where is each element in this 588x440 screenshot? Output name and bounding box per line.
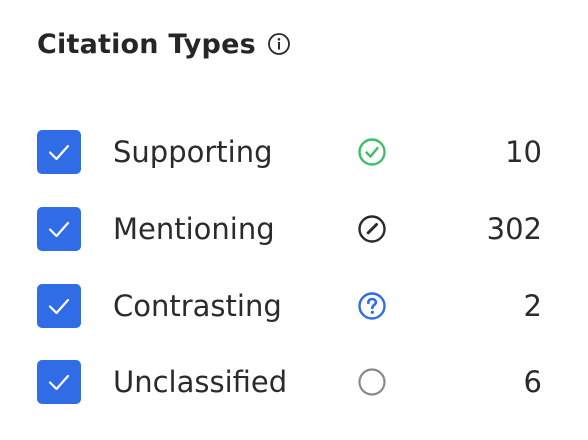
panel-title: Citation Types	[37, 28, 256, 60]
citation-types-panel: Citation Types Supporting 10 Mentioning …	[0, 0, 588, 440]
mentioning-checkbox[interactable]	[37, 207, 81, 251]
citation-count: 10	[505, 135, 542, 169]
info-icon[interactable]	[266, 31, 292, 57]
citation-type-row-contrasting: Contrasting 2	[37, 280, 542, 332]
citation-type-label: Mentioning	[113, 212, 275, 246]
check-circle-icon	[355, 135, 389, 169]
checkmark-icon	[48, 374, 70, 391]
citation-type-label: Supporting	[113, 135, 273, 169]
citation-count: 6	[523, 365, 542, 399]
citation-type-label: Contrasting	[113, 289, 282, 323]
citation-count: 2	[523, 289, 542, 323]
citation-type-label: Unclassified	[113, 365, 288, 399]
citation-type-row-supporting: Supporting 10	[37, 126, 542, 178]
checkmark-icon	[48, 221, 70, 238]
unclassified-checkbox[interactable]	[37, 360, 81, 404]
citation-type-row-unclassified: Unclassified 6	[37, 356, 542, 408]
contrasting-checkbox[interactable]	[37, 284, 81, 328]
empty-circle-icon	[355, 365, 389, 399]
panel-header: Citation Types	[37, 24, 292, 64]
slash-circle-icon	[355, 212, 389, 246]
checkmark-icon	[48, 144, 70, 161]
question-circle-icon	[355, 289, 389, 323]
checkmark-icon	[48, 298, 70, 315]
citation-count: 302	[486, 212, 542, 246]
supporting-checkbox[interactable]	[37, 130, 81, 174]
citation-type-row-mentioning: Mentioning 302	[37, 203, 542, 255]
